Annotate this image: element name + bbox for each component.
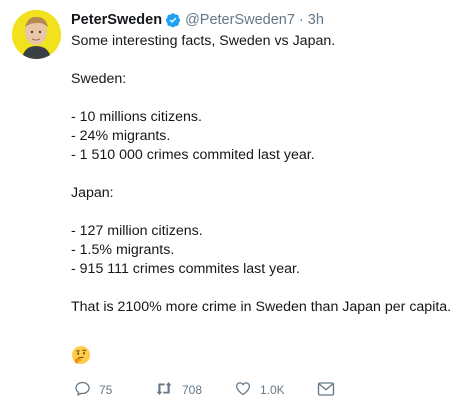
tweet[interactable]: PeterSweden @PeterSweden7 · 3h Some inte… [0,0,468,408]
tweet-timestamp[interactable]: 3h [308,12,324,28]
retweet-button[interactable]: 708 [154,380,202,400]
tweet-text-line: Japan: [71,185,114,201]
reply-button[interactable]: 75 [74,380,112,400]
thinking-face-emoji-icon [71,345,91,365]
tweet-text-line: - 1 510 000 crimes commited last year. [71,147,315,163]
tweet-text-line: - 10 millions citizens. [71,109,202,125]
like-button[interactable]: 1.0K [234,380,285,400]
author-name[interactable]: PeterSweden [71,12,162,28]
tweet-text-line: - 915 111 crimes commites last year. [71,261,300,277]
avatar[interactable] [12,10,61,59]
tweet-text-line: - 24% migrants. [71,128,171,144]
verified-badge-icon [165,12,181,28]
tweet-header: PeterSweden @PeterSweden7 · 3h [71,10,324,30]
tweet-text-line: Some interesting facts, Sweden vs Japan. [71,33,336,49]
like-count: 1.0K [260,383,285,397]
reply-count: 75 [99,383,113,397]
envelope-icon [317,381,335,400]
author-handle[interactable]: @PeterSweden7 [185,12,295,28]
tweet-text-line: Sweden: [71,71,127,87]
retweet-icon [154,380,174,400]
tweet-actions: 75 708 1.0K [74,380,374,400]
tweet-text: Some interesting facts, Sweden vs Japan.… [71,32,461,317]
direct-message-button[interactable] [317,380,335,400]
header-separator: · [298,12,304,28]
tweet-text-line: - 1.5% migrants. [71,242,175,258]
tweet-text-line: That is 2100% more crime in Sweden than … [71,299,452,315]
heart-icon [234,380,252,400]
reply-icon [74,380,91,400]
retweet-count: 708 [182,383,203,397]
tweet-text-line: - 127 million citizens. [71,223,203,239]
